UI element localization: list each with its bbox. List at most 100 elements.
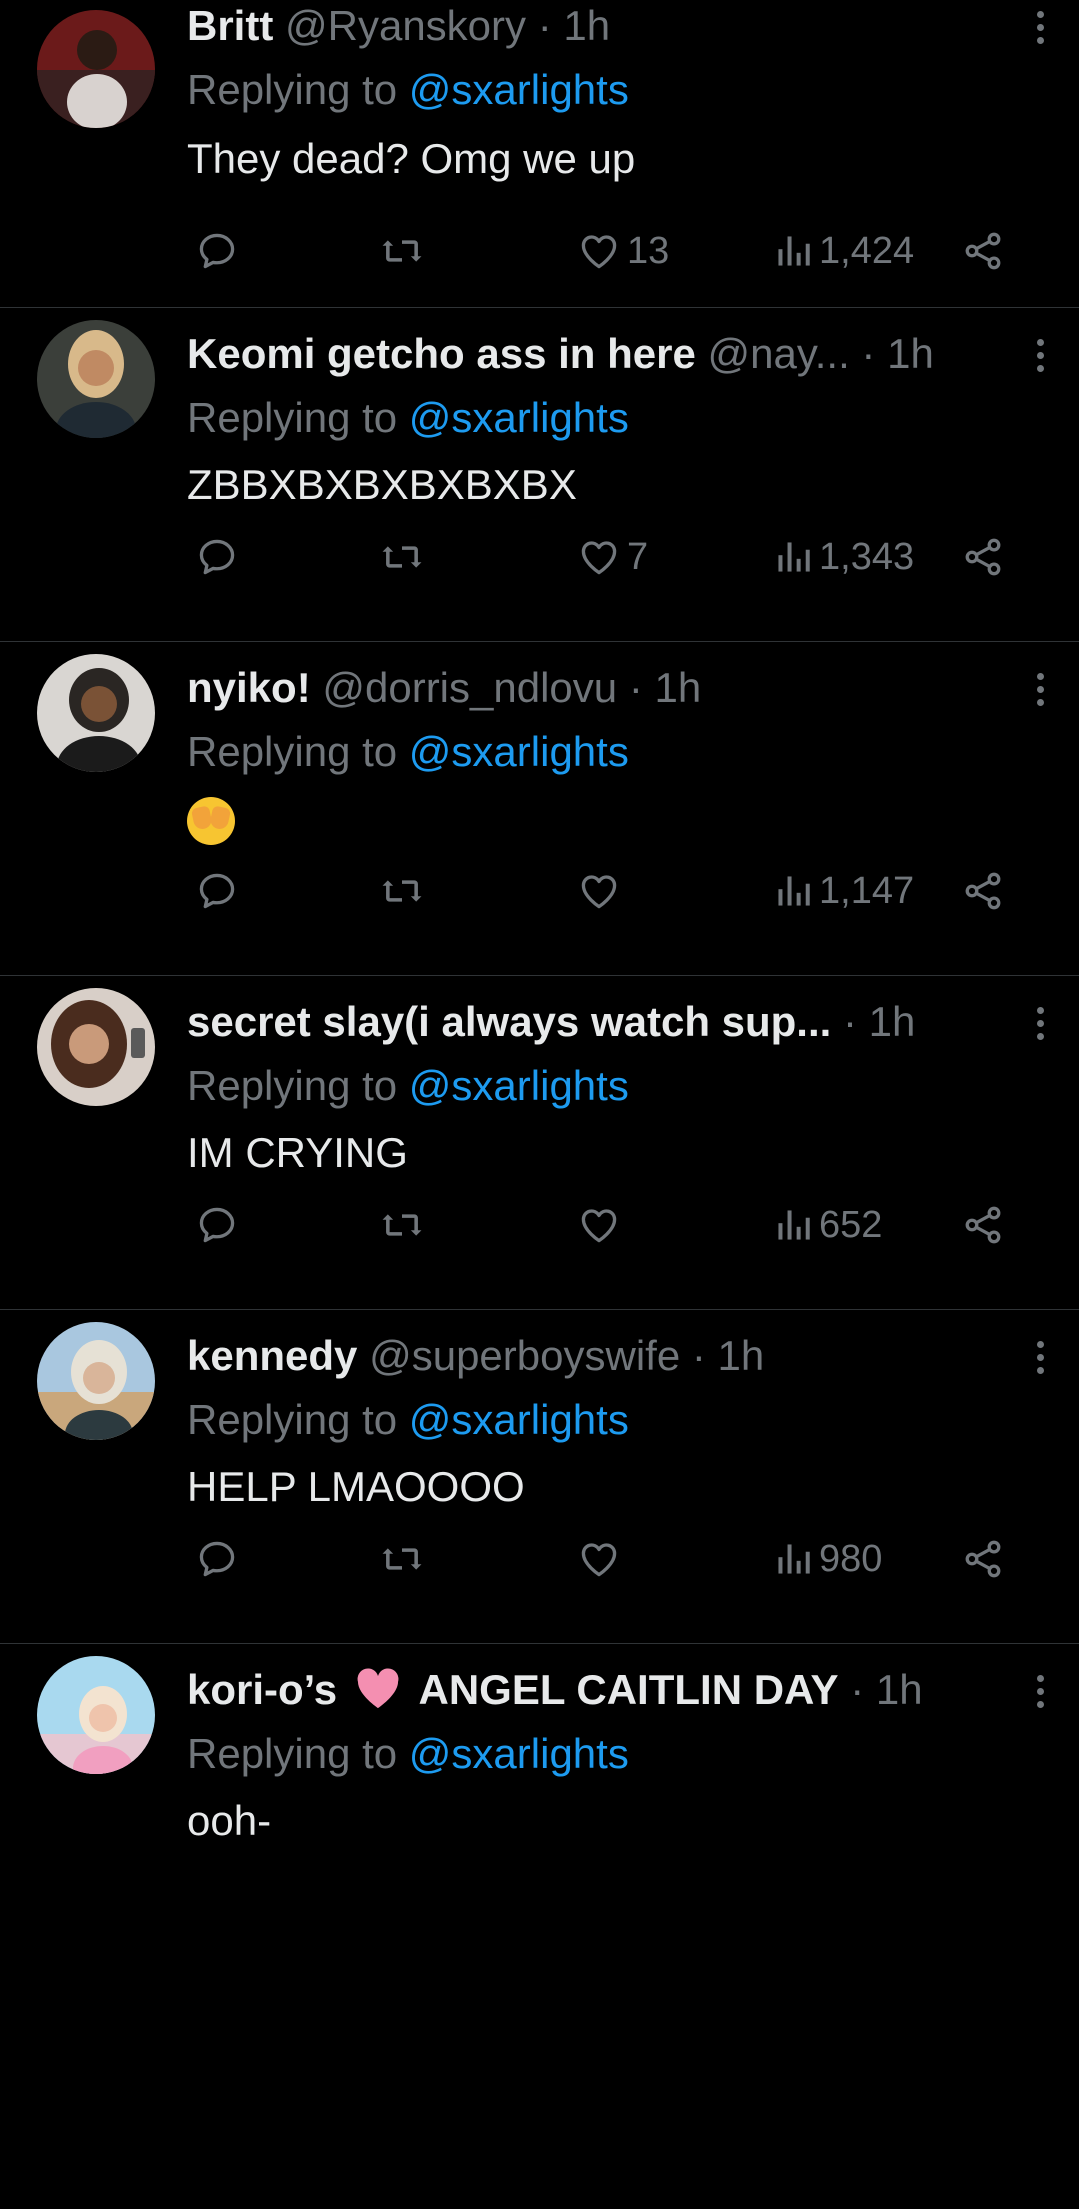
avatar[interactable] [37,1322,155,1440]
replying-to: Replying to @sxarlights [187,64,629,116]
views-button[interactable]: 1,343 [773,532,914,582]
more-options-icon[interactable] [1025,1670,1055,1716]
views-button[interactable]: 1,424 [773,226,914,276]
replying-to: Replying to @sxarlights [187,1728,629,1780]
timestamp[interactable]: 1h [563,2,610,49]
replying-prefix: Replying to [187,728,398,775]
mention-link[interactable]: @sxarlights [409,66,629,113]
mention-link[interactable]: @sxarlights [409,1396,629,1443]
heart-icon [581,541,617,575]
views-button[interactable]: 1,147 [773,866,914,916]
like-button[interactable] [577,1200,621,1250]
more-options-icon[interactable] [1025,1002,1055,1048]
timestamp[interactable]: 1h [654,664,701,711]
reply-item[interactable]: Keomi getcho ass in here @nay... · 1h Re… [0,308,1079,642]
author-handle[interactable]: @dorris_ndlovu [322,664,617,711]
action-bar: 1,147 [187,866,1079,916]
reply-item[interactable]: nyiko! @dorris_ndlovu · 1h Replying to @… [0,642,1079,976]
mention-link[interactable]: @sxarlights [409,1730,629,1777]
reply-button[interactable] [195,866,239,916]
author-name[interactable]: Keomi getcho ass in here [187,330,696,377]
avatar[interactable] [37,654,155,772]
views-icon [778,1210,810,1240]
like-button[interactable] [577,866,621,916]
timestamp[interactable]: 1h [876,1666,923,1713]
replying-to: Replying to @sxarlights [187,392,629,444]
author-name-part1[interactable]: kori-o’s [187,1666,337,1713]
view-count: 1,147 [819,869,915,912]
avatar-photo-icon [37,654,155,772]
avatar-photo-icon [37,1322,155,1440]
reply-item[interactable]: secret slay(i always watch sup... · 1h R… [0,976,1079,1310]
more-options-icon[interactable] [1025,668,1055,714]
heart-icon [581,1209,617,1243]
share-icon [965,232,1001,270]
avatar[interactable] [37,320,155,438]
author-name[interactable]: Britt [187,2,273,49]
author-handle[interactable]: @nay... [708,330,850,377]
reply-button[interactable] [195,1534,239,1584]
like-button[interactable] [577,1534,621,1584]
mention-link[interactable]: @sxarlights [409,394,629,441]
retweet-button[interactable] [379,226,425,276]
share-button[interactable] [961,1534,1005,1584]
share-icon [965,1206,1001,1244]
view-count: 652 [819,1203,883,1246]
avatar-photo-icon [37,320,155,438]
more-options-icon[interactable] [1025,1336,1055,1382]
share-icon [965,538,1001,576]
like-button[interactable]: 7 [577,532,648,582]
retweet-button[interactable] [379,532,425,582]
views-button[interactable]: 980 [773,1534,882,1584]
view-count: 1,343 [819,535,915,578]
retweet-button[interactable] [379,866,425,916]
author-handle[interactable]: @superboyswife [369,1332,680,1379]
author-name[interactable]: secret slay(i always watch sup... [187,998,831,1045]
reply-icon [199,873,235,909]
more-options-icon[interactable] [1025,6,1055,52]
views-icon [778,542,810,572]
share-button[interactable] [961,866,1005,916]
reply-item[interactable]: Britt @Ryanskory · 1h Replying to @sxarl… [0,0,1079,308]
author-name[interactable]: nyiko! [187,664,311,711]
separator-dot: · [850,1666,865,1713]
timestamp[interactable]: 1h [869,998,916,1045]
mention-link[interactable]: @sxarlights [409,728,629,775]
retweet-button[interactable] [379,1534,425,1584]
author-handle[interactable]: @Ryanskory [285,2,526,49]
retweet-icon [382,1548,422,1570]
author-name[interactable]: kennedy [187,1332,357,1379]
avatar-photo-icon [37,10,155,128]
reply-icon [199,539,235,575]
avatar[interactable] [37,988,155,1106]
avatar[interactable] [37,10,155,128]
timestamp[interactable]: 1h [718,1332,765,1379]
like-button[interactable]: 13 [577,226,669,276]
timestamp[interactable]: 1h [887,330,934,377]
separator-dot: · [861,330,876,377]
reply-item[interactable]: kori-o’s ANGEL CAITLIN DAY · 1h Replying… [0,1644,1079,2209]
retweet-icon [382,240,422,262]
replies-feed: Britt @Ryanskory · 1h Replying to @sxarl… [0,0,1079,1875]
views-button[interactable]: 652 [773,1200,882,1250]
share-button[interactable] [961,532,1005,582]
reply-button[interactable] [195,1200,239,1250]
share-icon [965,1540,1001,1578]
replying-prefix: Replying to [187,394,398,441]
author-name-part2[interactable]: ANGEL CAITLIN DAY [418,1666,838,1713]
reply-button[interactable] [195,226,239,276]
reply-text: HELP LMAOOOO [187,1463,525,1510]
share-button[interactable] [961,1200,1005,1250]
action-bar: 652 [187,1200,1079,1250]
retweet-icon [382,880,422,902]
more-options-icon[interactable] [1025,334,1055,380]
retweet-button[interactable] [379,1200,425,1250]
mention-link[interactable]: @sxarlights [409,1062,629,1109]
avatar[interactable] [37,1656,155,1774]
share-button[interactable] [961,226,1005,276]
reply-item[interactable]: kennedy @superboyswife · 1h Replying to … [0,1310,1079,1644]
reply-button[interactable] [195,532,239,582]
reply-text: IM CRYING [187,1129,408,1176]
reply-header: secret slay(i always watch sup... · 1h [187,996,989,1048]
views-icon [778,876,810,906]
